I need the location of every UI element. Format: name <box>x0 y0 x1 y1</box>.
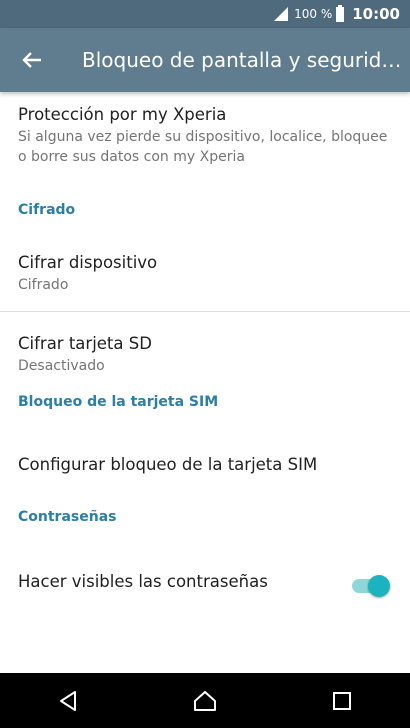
encrypt-sd-summary: Desactivado <box>18 358 105 374</box>
triangle-back-icon <box>60 690 77 711</box>
battery-icon <box>336 4 345 22</box>
nav-home-button[interactable] <box>175 673 235 728</box>
xperia-protection-title: Protección por my Xperia <box>18 105 227 124</box>
encrypt-device-summary: Cifrado <box>18 277 69 293</box>
navigation-bar <box>0 673 410 728</box>
xperia-protection-item[interactable]: Protección por my Xperia Si alguna vez p… <box>0 92 410 182</box>
toggle-thumb <box>368 575 390 597</box>
signal-icon <box>274 7 289 21</box>
app-bar: Bloqueo de pantalla y seguridad <box>0 28 410 92</box>
section-header-passwords: Contraseñas <box>18 509 117 525</box>
show-passwords-toggle[interactable] <box>352 574 390 597</box>
home-icon <box>193 690 216 711</box>
clock: 10:00 <box>352 5 400 23</box>
back-arrow-icon <box>22 52 41 68</box>
section-header-sim-lock: Bloqueo de la tarjeta SIM <box>18 394 219 410</box>
encrypt-device-title: Cifrar dispositivo <box>18 253 158 272</box>
status-bar: 100 % 10:00 <box>0 0 410 28</box>
encrypt-sd-title: Cifrar tarjeta SD <box>18 334 152 353</box>
battery-percentage: 100 % <box>294 7 333 21</box>
encrypt-device-item[interactable]: Cifrar dispositivo Cifrado <box>0 233 410 311</box>
encrypt-sd-item[interactable]: Cifrar tarjeta SD Desactivado <box>0 312 410 385</box>
configure-sim-lock-title: Configurar bloqueo de la tarjeta SIM <box>18 455 318 474</box>
recents-icon <box>332 691 351 710</box>
show-passwords-title: Hacer visibles las contraseñas <box>18 572 268 591</box>
configure-sim-lock-item[interactable]: Configurar bloqueo de la tarjeta SIM <box>0 427 410 505</box>
back-button[interactable] <box>0 28 64 92</box>
section-header-encryption: Cifrado <box>18 202 76 218</box>
page-title: Bloqueo de pantalla y seguridad <box>82 48 402 72</box>
nav-back-button[interactable] <box>38 673 98 728</box>
xperia-protection-summary: Si alguna vez pierde su dispositivo, loc… <box>18 129 388 165</box>
nav-recents-button[interactable] <box>312 673 372 728</box>
settings-list: Protección por my Xperia Si alguna vez p… <box>0 92 410 623</box>
show-passwords-item[interactable]: Hacer visibles las contraseñas <box>0 543 410 623</box>
